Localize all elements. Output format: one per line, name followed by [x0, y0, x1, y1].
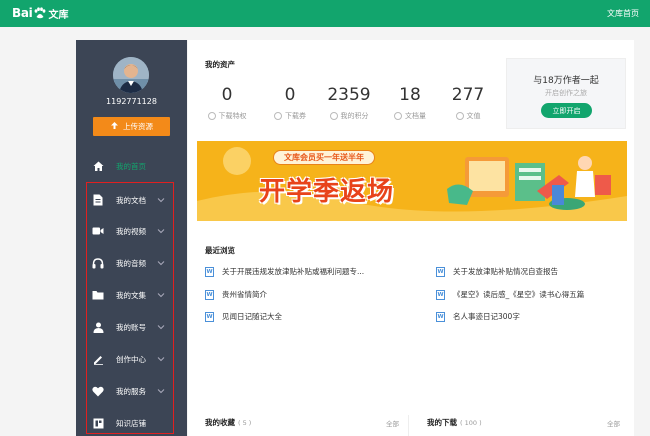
recent-title: 最近浏览	[205, 246, 235, 255]
sidebar-item-home[interactable]: 我的首页	[76, 156, 187, 176]
downloads-count: ( 100 )	[460, 419, 482, 427]
stat-document-count[interactable]: 18 文档量	[390, 87, 430, 121]
recent-item[interactable]: W 见闻日记随记大全	[205, 311, 282, 322]
word-doc-icon: W	[205, 289, 214, 300]
wenzhi-icon	[455, 112, 464, 120]
stat-value: 277	[451, 85, 485, 105]
username: 1192771128	[106, 97, 157, 106]
word-doc-icon: W	[436, 311, 445, 322]
recent-item[interactable]: W 关于开展违规发放津贴补贴或福利问题专...	[205, 266, 364, 277]
word-doc-icon: W	[205, 266, 214, 277]
upload-button[interactable]: 上传资源	[93, 117, 170, 136]
start-now-button[interactable]: 立即开启	[541, 103, 592, 118]
invite-title: 与18万作者一起	[533, 76, 599, 86]
stat-value: 0	[221, 85, 233, 105]
my-downloads-title[interactable]: 我的下载( 100 )	[427, 417, 482, 428]
info-icon	[274, 112, 282, 120]
banner-member-offer: 文库会员买一年送半年	[273, 150, 375, 165]
stat-download-voucher[interactable]: 0 下载券	[268, 87, 312, 121]
word-doc-icon: W	[436, 266, 445, 277]
sidebar-item-label: 我的首页	[116, 161, 146, 171]
paw-icon	[33, 6, 46, 20]
home-icon	[92, 160, 104, 172]
recent-item-title: 《星空》读后感_《星空》读书心得五篇	[453, 290, 585, 299]
word-doc-icon: W	[205, 311, 214, 322]
promo-banner[interactable]: 文库会员买一年送半年 开学季返场	[197, 141, 627, 221]
downloads-all-link[interactable]: 全部	[607, 418, 620, 428]
recent-item-title: 见闻日记随记大全	[222, 312, 282, 321]
upload-icon	[110, 121, 119, 132]
avatar[interactable]	[113, 57, 149, 93]
logo-wenku-text: 文库	[48, 9, 69, 21]
highlight-annotation-box	[86, 182, 174, 434]
creator-invite-card: 与18万作者一起 开启创作之旅 立即开启	[506, 58, 626, 129]
recent-item[interactable]: W 名人事迹日记300字	[436, 311, 520, 322]
recent-item-title: 关于开展违规发放津贴补贴或福利问题专...	[222, 267, 365, 276]
recent-item[interactable]: W 贵州省情简介	[205, 289, 267, 300]
points-icon	[329, 112, 338, 120]
stat-label: 文档量	[405, 112, 426, 120]
recent-item-title: 关于发放津贴补贴情况自查报告	[453, 267, 558, 276]
stat-value: 18	[399, 85, 421, 105]
stat-label: 下载特权	[218, 112, 247, 120]
assets-title: 我的资产	[205, 60, 235, 69]
stat-label: 下载券	[285, 112, 306, 120]
collections-count: ( 5 )	[238, 419, 252, 427]
top-bar: Bai 文库 文库首页	[0, 0, 650, 27]
collections-all-link[interactable]: 全部	[386, 418, 399, 428]
stat-wenzhi[interactable]: 277 文值	[446, 87, 490, 121]
stat-my-points[interactable]: 2359 我的积分	[324, 87, 374, 121]
info-icon	[207, 112, 216, 120]
baidu-wenku-logo[interactable]: Bai 文库	[12, 5, 68, 21]
stat-label: 文值	[466, 112, 481, 120]
divider	[408, 415, 409, 436]
recent-item-title: 名人事迹日记300字	[453, 312, 520, 321]
stat-download-privilege[interactable]: 0 下载特权	[205, 87, 249, 121]
recent-item[interactable]: W 《星空》读后感_《星空》读书心得五篇	[436, 289, 584, 300]
word-doc-icon: W	[436, 289, 445, 300]
stat-value: 2359	[327, 85, 371, 105]
wenku-home-link[interactable]: 文库首页	[607, 8, 639, 19]
logo-bai-text: Bai	[12, 6, 33, 20]
upload-label: 上传资源	[123, 122, 153, 131]
recent-item-title: 贵州省情简介	[222, 290, 267, 299]
main-panel: 我的资产 0 下载特权 0 下载券 2359 我的积分 18 文档量 277 文…	[188, 40, 634, 436]
stat-label: 我的积分	[340, 112, 369, 120]
my-collections-title[interactable]: 我的收藏( 5 )	[205, 417, 251, 428]
invite-subtitle: 开启创作之旅	[545, 89, 587, 97]
recent-item[interactable]: W 关于发放津贴补贴情况自查报告	[436, 266, 558, 277]
banner-slogan: 开学季返场	[259, 177, 395, 207]
stat-value: 0	[284, 85, 296, 105]
document-count-icon	[394, 112, 402, 120]
